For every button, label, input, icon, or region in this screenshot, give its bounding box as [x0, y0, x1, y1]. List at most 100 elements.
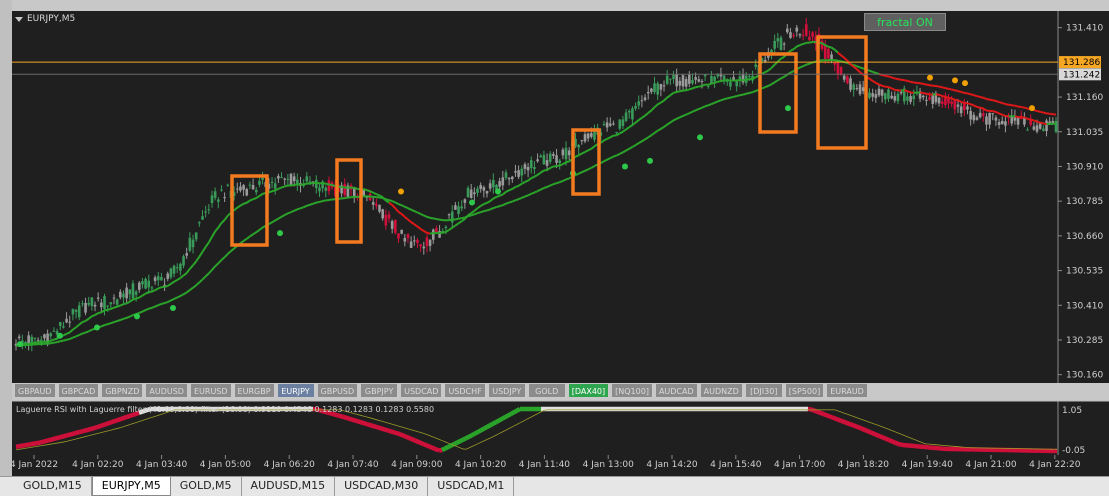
candle-body — [122, 293, 125, 298]
slow-ma-line — [458, 217, 462, 220]
fast-ma-line — [331, 183, 336, 188]
candle-body — [533, 167, 536, 170]
symbol-button-dji30[interactable]: [DJI30] — [744, 383, 783, 398]
laguerre-rsi-line — [36, 440, 41, 446]
fast-ma-line — [505, 189, 510, 193]
symbol-button-eurgbp[interactable]: EURGBP — [233, 383, 275, 398]
candle-body — [1042, 128, 1045, 131]
candle-body — [798, 34, 802, 36]
symbol-button-usdcad[interactable]: USDCAD — [400, 383, 443, 398]
slow-ma-line — [388, 199, 393, 203]
fast-ma-line — [1043, 122, 1047, 126]
symbol-button-gbpcad[interactable]: GBPCAD — [57, 383, 100, 398]
candle-body — [700, 80, 704, 82]
fast-ma-line — [824, 44, 829, 48]
candle-body — [590, 133, 593, 137]
candle-body — [536, 159, 539, 162]
chart-menu-triangle-icon[interactable] — [15, 17, 23, 22]
symbol-button-eurjpy[interactable]: EURJPY — [276, 383, 315, 398]
symbol-button-euraud[interactable]: EURAUD — [826, 383, 868, 398]
symbol-button-gbpnzd[interactable]: GBPNZD — [101, 383, 144, 398]
symbol-button-gbpusd[interactable]: GBPUSD — [316, 383, 359, 398]
chart-tab-usdcad-m1[interactable]: USDCAD,M1 — [428, 477, 515, 496]
fast-ma-line — [556, 164, 560, 168]
symbol-button-usdchf[interactable]: USDCHF — [444, 383, 486, 398]
candle-body — [691, 79, 694, 84]
slow-ma-line — [493, 206, 497, 210]
fast-ma-line — [796, 44, 801, 48]
laguerre-rsi-line — [846, 420, 851, 427]
candle-body — [460, 206, 464, 209]
fast-ma-line — [559, 163, 564, 167]
candle-body — [210, 195, 214, 204]
fractal-dot-up — [134, 313, 140, 320]
slow-ma-line — [982, 96, 987, 100]
candle-body — [722, 75, 726, 80]
candle-body — [555, 155, 558, 163]
slow-ma-line — [433, 217, 437, 221]
symbol-button-usdjpy[interactable]: USDJPY — [487, 383, 526, 398]
candle-body — [289, 173, 293, 186]
symbol-button-audusd[interactable]: AUDUSD — [145, 383, 188, 398]
laguerre-rsi-line — [54, 435, 59, 441]
candle-body — [653, 83, 656, 93]
slow-ma-line — [562, 178, 567, 182]
fast-ma-line — [809, 40, 813, 44]
fast-ma-line — [606, 136, 611, 140]
slow-ma-line — [455, 217, 459, 221]
laguerre-rsi-line — [497, 416, 504, 423]
chart-tab-gold-m5[interactable]: GOLD,M5 — [171, 477, 242, 496]
symbol-button-gold[interactable]: GOLD — [527, 383, 566, 398]
candle-body — [514, 171, 517, 173]
price-tick-label: 130.910 — [1066, 162, 1103, 172]
chart-tab-usdcad-m30[interactable]: USDCAD,M30 — [335, 477, 429, 496]
candle-body — [823, 44, 827, 60]
candle-body — [789, 32, 792, 38]
laguerre-rsi-line — [72, 430, 77, 436]
symbol-button-eurusd[interactable]: EURUSD — [189, 383, 232, 398]
slow-ma-line — [707, 103, 712, 107]
symbol-button-audcad[interactable]: AUDCAD — [654, 383, 698, 398]
candle-body — [561, 149, 565, 156]
chart-tab-gold-m15[interactable]: GOLD,M15 — [14, 477, 92, 496]
chart-tab-eurjpy-m5[interactable]: EURJPY,M5 — [91, 477, 171, 496]
candle-body — [552, 154, 555, 156]
candle-body — [808, 36, 811, 41]
candle-body — [975, 117, 979, 120]
candle-body — [286, 178, 290, 180]
slow-ma-line — [745, 92, 750, 95]
slow-ma-line — [483, 209, 488, 213]
slow-ma-line — [609, 155, 614, 160]
slow-ma-line — [685, 112, 690, 116]
symbol-button-gbpaud[interactable]: GBPAUD — [14, 383, 56, 398]
slow-ma-line — [578, 171, 583, 175]
fractal-dot-down — [927, 74, 933, 81]
slow-ma-line — [606, 157, 611, 161]
laguerre-rsi-line — [333, 412, 338, 418]
candle-body — [529, 160, 533, 168]
slow-ma-line — [328, 198, 333, 201]
fractal-toggle-button[interactable]: fractal ON — [864, 13, 946, 31]
candle-body — [492, 179, 495, 188]
chart-tab-audusd-m15[interactable]: AUDUSD,M15 — [242, 477, 336, 496]
laguerre-rsi-line — [84, 427, 89, 433]
fast-ma-line — [47, 339, 52, 343]
slow-ma-line — [518, 196, 523, 201]
laguerre-rsi-line — [822, 411, 827, 418]
fractal-dot-up — [469, 199, 475, 206]
symbol-button-audnzd[interactable]: AUDNZD — [699, 383, 743, 398]
symbol-button-gbpjpy[interactable]: GBPJPY — [360, 383, 399, 398]
laguerre-rsi-line — [345, 415, 350, 421]
slow-ma-line — [63, 338, 67, 342]
laguerre-rsi-line — [117, 416, 122, 423]
slow-ma-line — [676, 116, 681, 120]
candle-body — [618, 119, 622, 129]
candle-body — [397, 233, 400, 239]
candle-body — [792, 35, 795, 37]
slow-ma-line — [688, 110, 693, 115]
symbol-button-dax40[interactable]: [DAX40] — [567, 383, 610, 398]
symbol-button-sp500[interactable]: [SP500] — [784, 383, 825, 398]
symbol-button-nq100[interactable]: [NQ100] — [611, 383, 653, 398]
candle-body — [1045, 120, 1048, 132]
candle-body — [997, 122, 1001, 125]
